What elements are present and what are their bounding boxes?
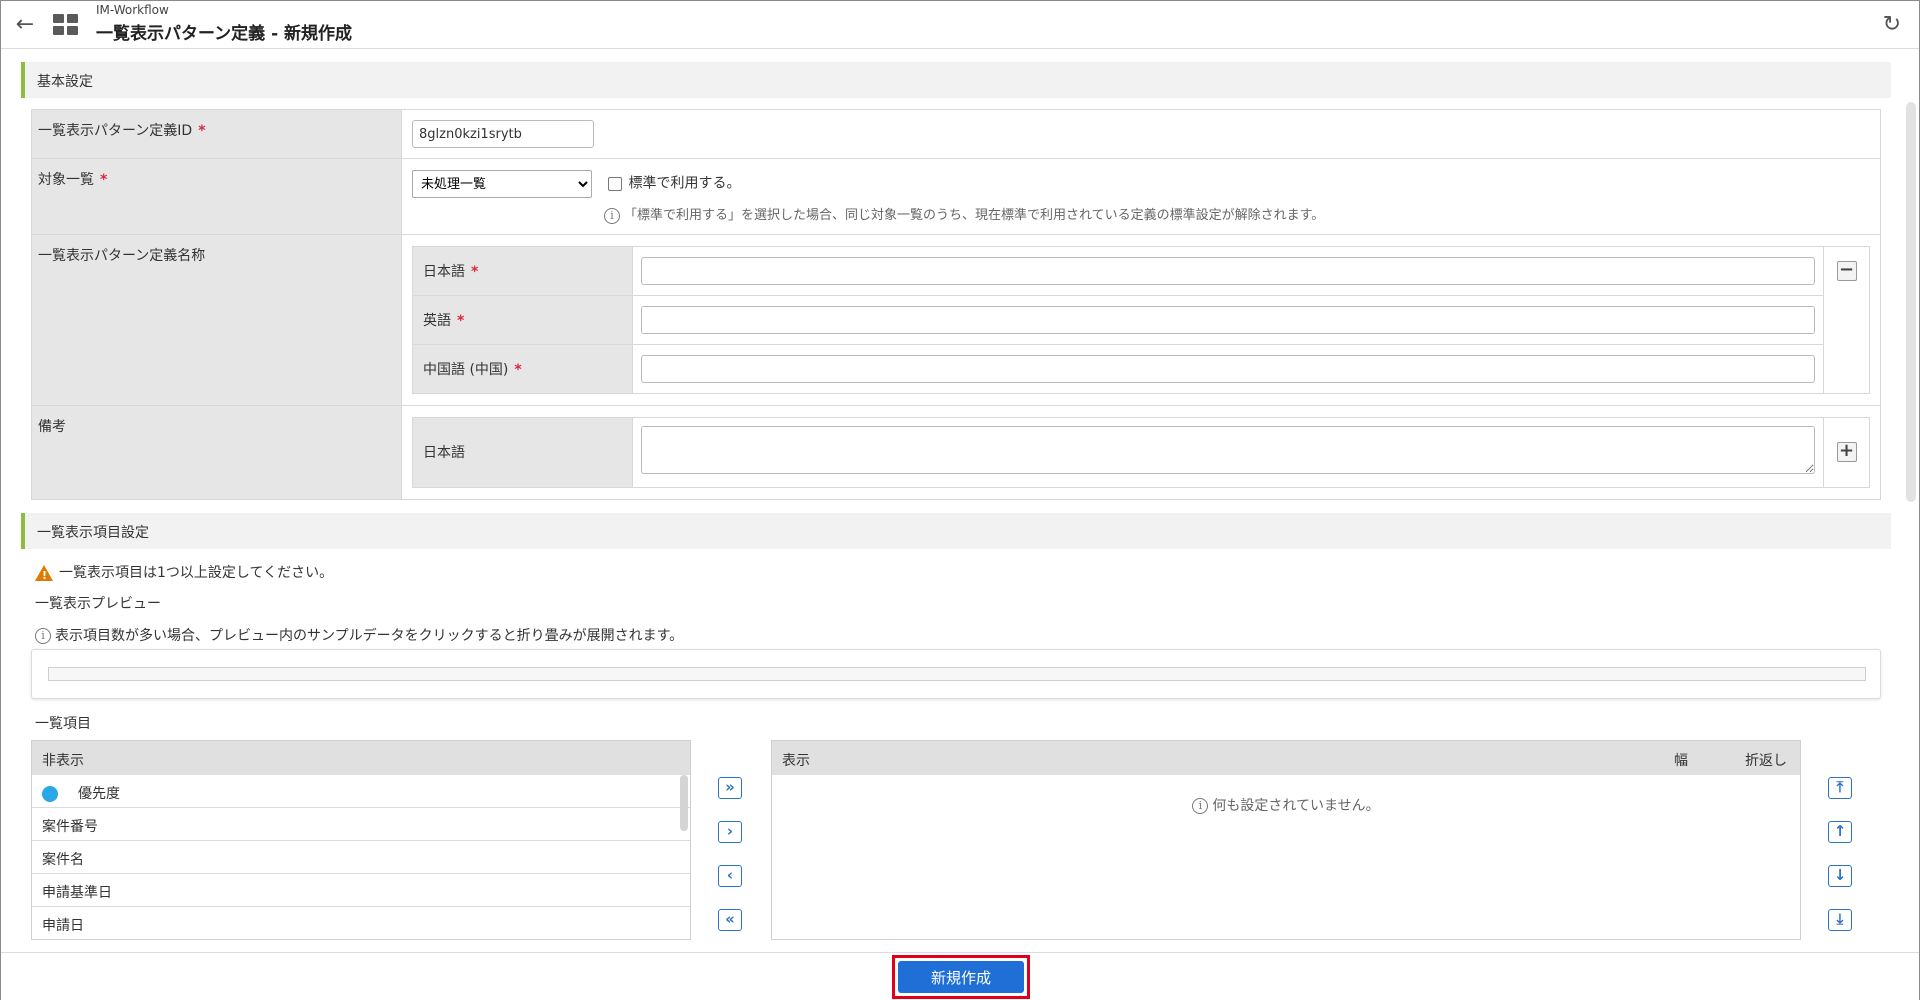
move-top-button[interactable]: ⤒ [1828, 777, 1852, 799]
move-all-right-button[interactable]: » [718, 777, 742, 799]
list-scrollbar[interactable] [680, 775, 688, 831]
default-use-note-text: 「標準で利用する」を選択した場合、同じ対象一覧のうち、現在標準で利用されている定… [624, 208, 1325, 223]
main-content: 基本設定 一覧表示パターン定義ID * 対象一覧 * 未処理一覧 [1, 50, 1919, 952]
move-all-left-button[interactable]: « [718, 909, 742, 931]
preview-box[interactable] [31, 649, 1881, 699]
section-list-item-settings: 一覧表示項目設定 [21, 513, 1891, 549]
section-title: 一覧表示項目設定 [37, 525, 149, 541]
info-icon: i [35, 628, 51, 644]
lang-label-ja: 日本語 * [412, 245, 633, 296]
move-down-button[interactable]: ↓ [1828, 865, 1852, 887]
section-title: 基本設定 [37, 74, 93, 90]
list-item[interactable]: 優先度 [32, 775, 690, 808]
app-name: IM-Workflow [96, 3, 169, 17]
name-label: 一覧表示パターン定義名称 [38, 247, 206, 264]
create-button[interactable]: 新規作成 [898, 961, 1024, 993]
lang-name: 日本語 [423, 263, 465, 280]
target-list-select[interactable]: 未処理一覧 [412, 170, 592, 198]
default-use-checkbox[interactable] [608, 176, 623, 191]
width-header-label: 幅 [1674, 753, 1688, 769]
section-basic-settings: 基本設定 [21, 62, 1891, 98]
list-item-label: 案件名 [42, 852, 84, 868]
name-en-input[interactable] [641, 305, 1815, 334]
lang-name: 英語 [423, 312, 451, 329]
warning-message: ! 一覧表示項目は1つ以上設定してください。 [35, 562, 333, 582]
remarks-lang-label: 日本語 [412, 416, 633, 488]
move-bottom-button[interactable]: ⤓ [1828, 909, 1852, 931]
list-item[interactable]: 申請基準日 [32, 874, 690, 907]
empty-message: i 何も設定されていません。 [772, 795, 1800, 815]
name-ja-input[interactable] [641, 256, 1815, 285]
list-item[interactable]: 案件番号 [32, 808, 690, 841]
page-title: 一覧表示パターン定義 - 新規作成 [96, 24, 353, 44]
field-label: 備考 [31, 404, 402, 500]
required-mark: * [471, 263, 479, 280]
priority-dot-icon [42, 786, 58, 802]
list-item-label: 案件番号 [42, 819, 98, 835]
shown-header-label: 表示 [782, 753, 810, 769]
app-grid-icon [53, 14, 79, 36]
create-button-highlight: 新規作成 [892, 955, 1030, 999]
default-use-note: i 「標準で利用する」を選択した場合、同じ対象一覧のうち、現在標準で利用されている… [604, 204, 1870, 224]
move-up-button[interactable]: ↑ [1828, 821, 1852, 843]
move-left-button[interactable]: ‹ [718, 865, 742, 887]
default-use-label: 標準で利用する。 [628, 175, 741, 192]
preview-label: 一覧表示プレビュー [35, 596, 161, 612]
preview-note: i 表示項目数が多い場合、プレビュー内のサンプルデータをクリックすると折り畳みが展… [35, 625, 683, 645]
basic-settings-form: 一覧表示パターン定義ID * 対象一覧 * 未処理一覧 標準で利用する。 i 「標準で… [31, 109, 1881, 500]
hidden-items-panel: 非表示 優先度 案件番号 案件名 申請基準日 申請日 [31, 740, 691, 940]
info-icon: i [604, 207, 620, 224]
move-right-button[interactable]: › [718, 821, 742, 843]
app-window: ← IM-Workflow 一覧表示パターン定義 - 新規作成 ↻ 基本設定 一… [0, 0, 1920, 1000]
id-label: 一覧表示パターン定義ID [38, 123, 193, 139]
required-mark: * [100, 172, 108, 188]
remarks-ja-textarea[interactable] [641, 426, 1815, 474]
required-mark: * [457, 312, 465, 329]
name-zh-input[interactable] [641, 354, 1815, 383]
preview-bar [48, 667, 1866, 681]
warning-icon: ! [35, 565, 53, 582]
lang-label-zh: 中国語 (中国) * [412, 343, 633, 394]
empty-message-text: 何も設定されていません。 [1212, 798, 1380, 814]
reload-icon[interactable]: ↻ [1883, 12, 1901, 37]
required-mark: * [514, 361, 522, 378]
field-label: 一覧表示パターン定義ID * [31, 109, 402, 159]
pattern-id-input[interactable] [412, 120, 594, 148]
preview-note-text: 表示項目数が多い場合、プレビュー内のサンプルデータをクリックすると折り畳みが展開… [55, 628, 684, 644]
lang-label-en: 英語 * [412, 294, 633, 345]
list-item-label: 申請日 [42, 918, 84, 934]
list-item[interactable]: 申請日 [32, 907, 690, 939]
target-list-label: 対象一覧 [38, 172, 94, 188]
shown-items-panel: 表示 幅 折返し i 何も設定されていません。 [771, 740, 1801, 940]
name-lang-table: 日本語 * − 英語 * 中国語 (中国) * [412, 245, 1870, 394]
list-item-label: 優先度 [78, 786, 120, 802]
warning-text: 一覧表示項目は1つ以上設定してください。 [59, 565, 334, 581]
vertical-scrollbar[interactable] [1906, 102, 1916, 502]
list-item-label: 申請基準日 [42, 885, 112, 901]
add-lang-button[interactable]: + [1836, 442, 1857, 462]
field-label: 対象一覧 * [31, 158, 402, 235]
remarks-lang-table: 日本語 + [412, 416, 1870, 488]
required-mark: * [198, 123, 206, 139]
list-items-label: 一覧項目 [35, 716, 91, 732]
field-label: 一覧表示パターン定義名称 [31, 233, 402, 406]
list-item[interactable]: 案件名 [32, 841, 690, 874]
back-arrow-icon[interactable]: ← [13, 12, 37, 37]
app-header: ← IM-Workflow 一覧表示パターン定義 - 新規作成 ↻ [1, 1, 1919, 49]
shown-items-header: 表示 幅 折返し [772, 741, 1800, 775]
footer-bar: 新規作成 [1, 952, 1919, 1000]
hidden-items-header: 非表示 [32, 741, 690, 775]
remove-lang-button[interactable]: − [1836, 260, 1857, 281]
info-icon: i [1192, 798, 1209, 814]
wrap-header-label: 折返し [1745, 753, 1787, 769]
lang-name: 中国語 (中国) [423, 361, 509, 378]
remarks-label: 備考 [38, 418, 66, 435]
